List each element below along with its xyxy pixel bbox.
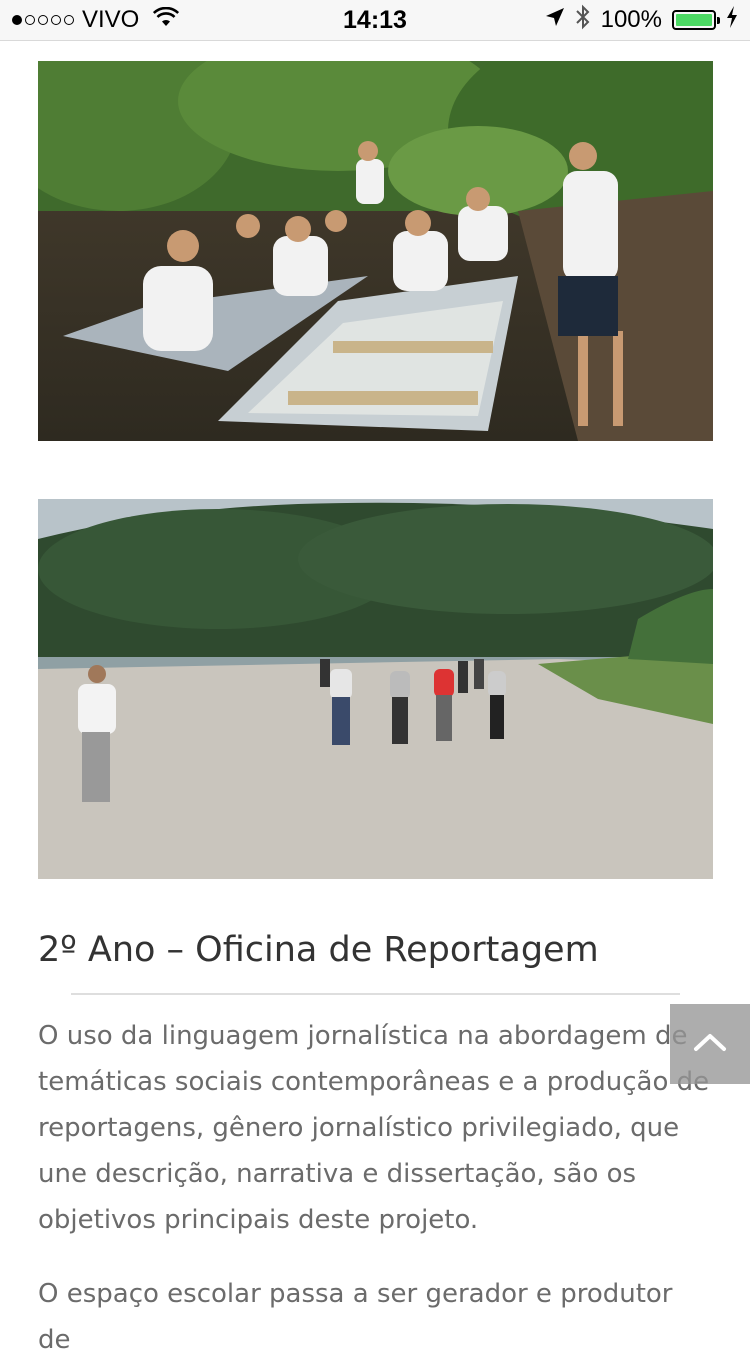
photo-students-boats (38, 61, 713, 441)
status-bar: VIVO 14:13 100% (0, 0, 750, 41)
section-title: 2º Ano – Oficina de Reportagem (38, 930, 599, 970)
status-right: 100% (545, 0, 738, 40)
battery-percent: 100% (600, 6, 662, 33)
battery-icon (672, 10, 720, 30)
chevron-up-icon (693, 1032, 727, 1056)
article-paragraph: O uso da linguagem jornalística na abord… (38, 1021, 710, 1235)
photo-beach-walk (38, 499, 713, 879)
article-paragraph: O espaço escolar passa a ser gerador e p… (38, 1279, 673, 1355)
location-arrow-icon (545, 6, 565, 34)
bluetooth-icon (575, 4, 591, 37)
back-to-top-button[interactable] (670, 1004, 750, 1084)
charging-icon (726, 5, 738, 35)
title-divider (71, 993, 680, 995)
